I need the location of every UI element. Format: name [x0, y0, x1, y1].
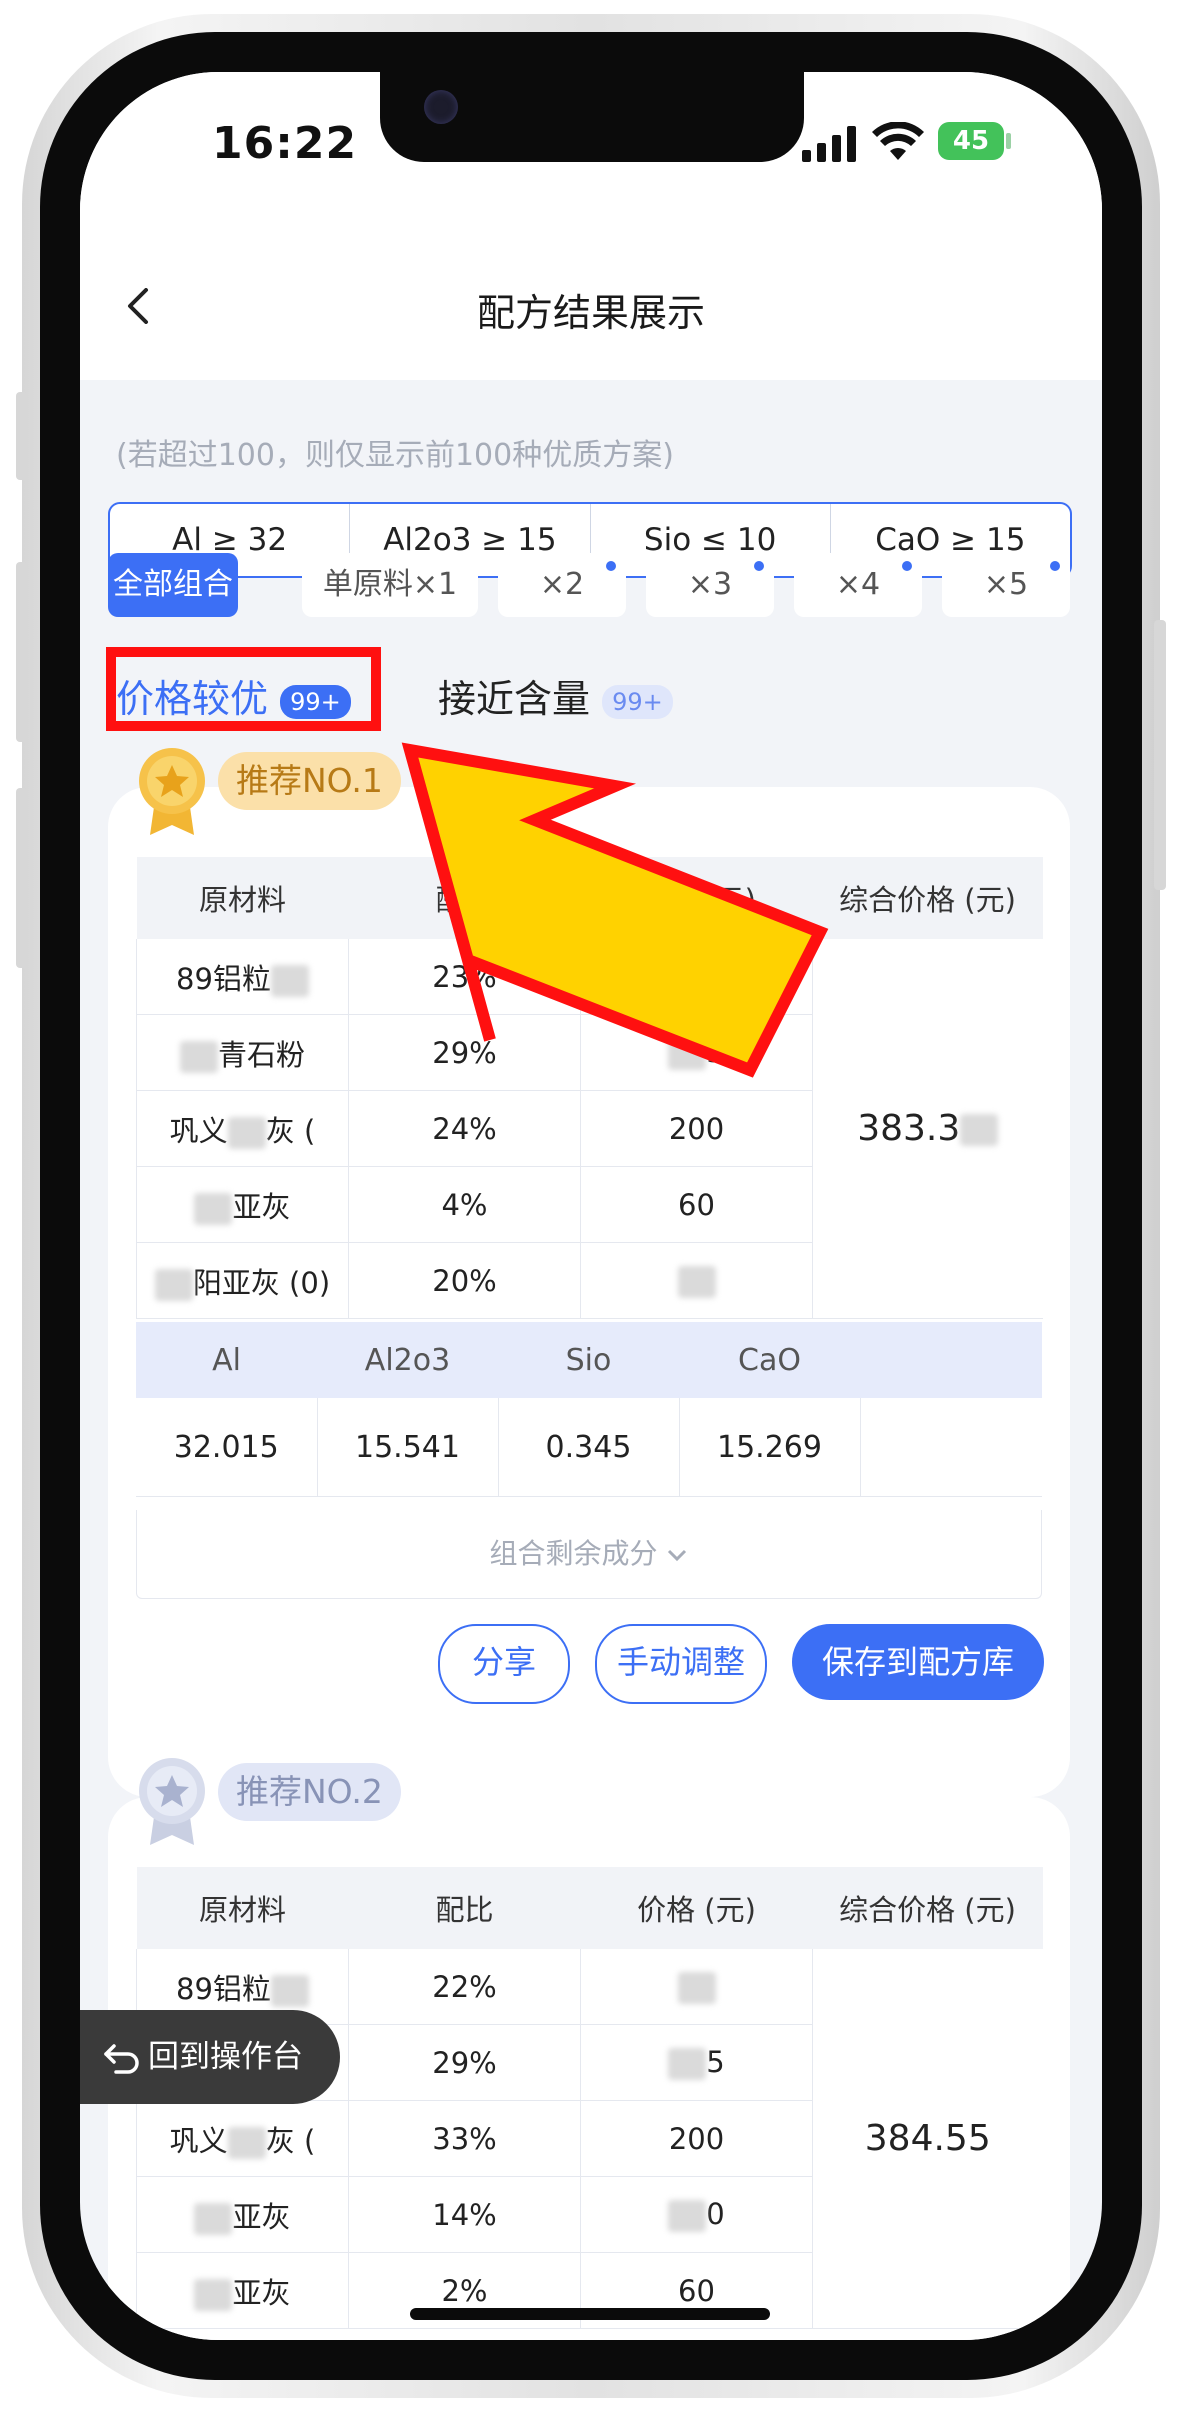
- pointer-arrow-icon: [401, 742, 829, 1078]
